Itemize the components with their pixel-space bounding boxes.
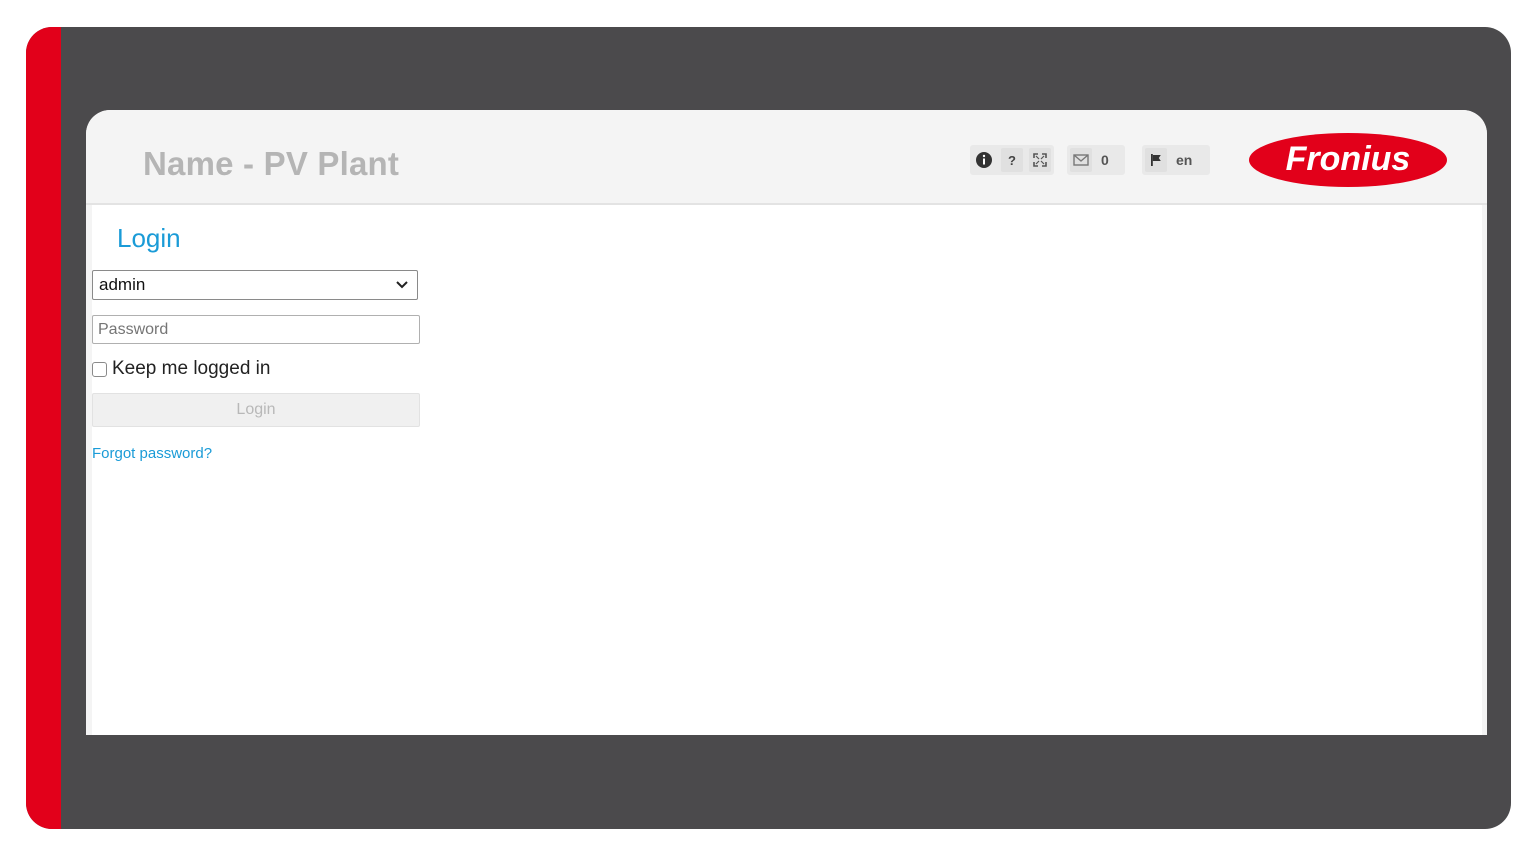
chevron-down-icon	[396, 281, 408, 289]
fullscreen-button[interactable]	[1029, 148, 1051, 172]
fronius-logo: Fronius	[1248, 132, 1448, 188]
brand-red-strip	[26, 27, 61, 829]
messages-group[interactable]: 0	[1067, 145, 1125, 175]
keep-logged-in-checkbox[interactable]	[92, 361, 107, 377]
info-icon	[976, 152, 992, 168]
user-select[interactable]: admin	[92, 270, 418, 300]
keep-logged-in-label[interactable]: Keep me logged in	[112, 358, 270, 380]
keep-logged-in-row[interactable]: Keep me logged in	[92, 357, 270, 381]
info-button[interactable]	[973, 148, 995, 172]
envelope-icon	[1073, 154, 1089, 166]
login-button[interactable]: Login	[92, 393, 420, 427]
tool-buttons-group: ?	[970, 145, 1054, 175]
brand-logo-text: Fronius	[1286, 140, 1411, 178]
app-window: Name - PV Plant ? 0 en Fronius Login adm…	[86, 110, 1487, 735]
messages-count: 0	[1101, 152, 1109, 168]
header-bar: Name - PV Plant ? 0 en Fronius	[86, 110, 1487, 205]
forgot-password-link[interactable]: Forgot password?	[92, 445, 212, 462]
language-group[interactable]: en	[1142, 145, 1210, 175]
help-button[interactable]: ?	[1001, 148, 1023, 172]
login-heading: Login	[117, 223, 181, 253]
login-panel: Login admin Keep me logged in Login Forg…	[92, 205, 1482, 735]
user-select-value: admin	[99, 275, 146, 294]
flag-icon	[1151, 154, 1161, 166]
device-frame: Name - PV Plant ? 0 en Fronius Login adm…	[26, 27, 1511, 829]
help-icon: ?	[1008, 152, 1016, 168]
language-button[interactable]	[1145, 148, 1167, 172]
page-title: Name - PV Plant	[143, 145, 400, 182]
language-label: en	[1176, 152, 1193, 168]
fullscreen-icon	[1033, 153, 1047, 167]
messages-button[interactable]	[1070, 148, 1092, 172]
password-field[interactable]	[92, 315, 420, 344]
